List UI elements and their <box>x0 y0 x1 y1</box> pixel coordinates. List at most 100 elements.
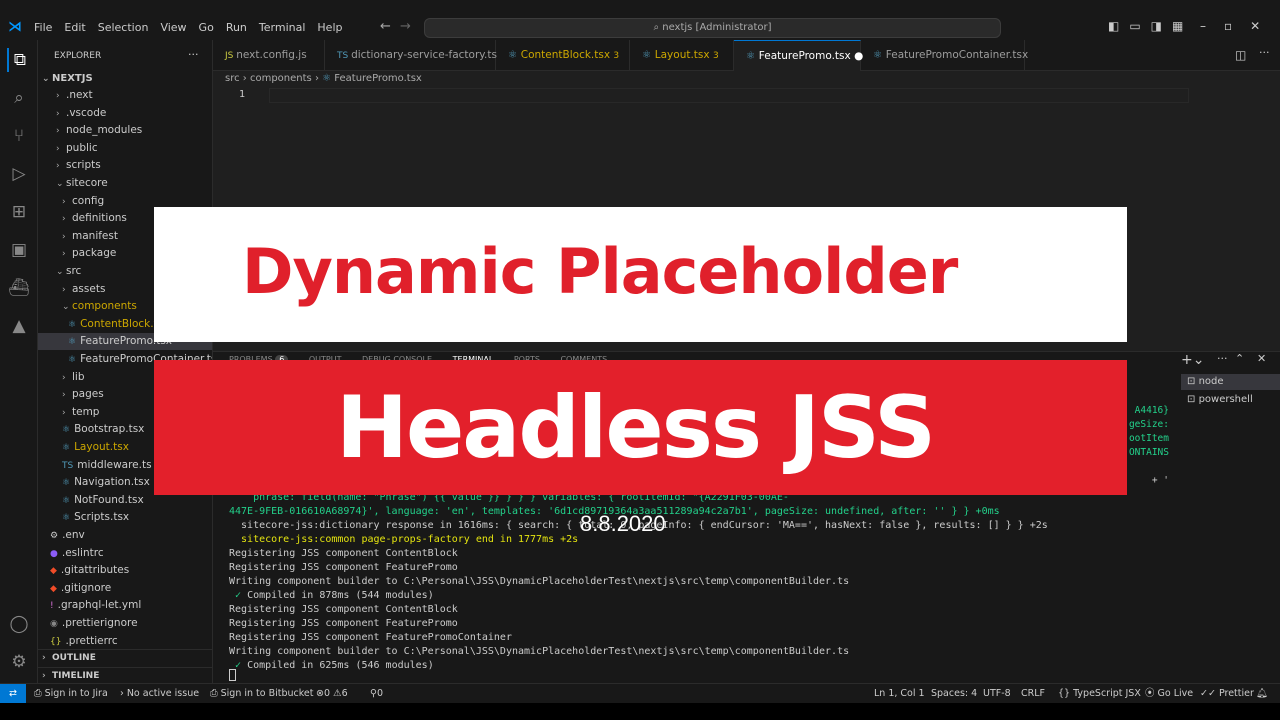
tree-item[interactable]: ◆ .gitignore <box>38 580 212 597</box>
tree-item-label: package <box>72 247 117 260</box>
tree-item[interactable]: › scripts <box>38 157 212 174</box>
json-file-icon: {} <box>50 636 62 647</box>
tree-item-label: config <box>72 194 105 207</box>
status-encoding[interactable]: UTF-8 <box>983 684 1011 703</box>
status-position[interactable]: Ln 1, Col 1 <box>874 684 925 703</box>
menu-terminal[interactable]: Terminal <box>259 21 306 34</box>
close-panel-icon[interactable]: ✕ <box>1257 352 1266 365</box>
status-go-live[interactable]: ⦿ Go Live <box>1145 684 1193 703</box>
yaml-file-icon: ! <box>50 601 54 612</box>
tree-item[interactable]: ⚛ Scripts.tsx <box>38 509 212 526</box>
tab-dictionary-service-factory[interactable]: TS dictionary-service-factory.ts <box>325 40 497 71</box>
menu-file[interactable]: File <box>34 21 52 34</box>
tree-item-label: .prettierrc <box>65 634 118 647</box>
maximize-panel-icon[interactable]: ⌃ <box>1235 352 1244 365</box>
subtitle-banner: Headless JSS <box>154 360 1127 495</box>
letterbox-bottom <box>0 703 1280 720</box>
menu-help[interactable]: Help <box>317 21 342 34</box>
chevron-right-icon: › <box>62 196 66 207</box>
breadcrumb-src[interactable]: src <box>225 73 240 84</box>
azure-icon[interactable]: ▲ <box>7 314 31 338</box>
split-editor-icon[interactable]: ◫ <box>1235 48 1246 62</box>
menu-run[interactable]: Run <box>226 21 247 34</box>
search-icon[interactable]: ⌕ <box>7 86 31 110</box>
terminal-list-powershell[interactable]: ⊡ powershell <box>1181 392 1280 408</box>
tab-layout[interactable]: ⚛ Layout.tsx 3 <box>630 40 734 71</box>
bitbucket-icon: ⎙ <box>210 688 221 699</box>
tab-featurepromocontainer[interactable]: ⚛ FeaturePromoContainer.tsx <box>861 40 1028 71</box>
tree-item[interactable]: › node_modules <box>38 122 212 139</box>
menu-go[interactable]: Go <box>199 21 214 34</box>
tree-item-label: assets <box>72 282 106 295</box>
more-actions-icon[interactable]: ··· <box>1217 352 1228 365</box>
tree-item-label: Layout.tsx <box>74 441 129 453</box>
remote-indicator-icon[interactable]: ⇄ <box>0 684 26 703</box>
more-actions-icon[interactable]: ··· <box>188 48 199 61</box>
chevron-right-icon: › <box>42 653 46 663</box>
tree-item-label: lib <box>72 370 85 383</box>
source-control-icon[interactable]: ⑂ <box>7 124 31 148</box>
menu-edit[interactable]: Edit <box>64 21 85 34</box>
tree-item[interactable]: › .vscode <box>38 105 212 122</box>
terminal-line: Writing component builder to C:\Personal… <box>229 646 850 657</box>
tree-item[interactable]: › .next <box>38 87 212 104</box>
notifications-bell-icon[interactable]: 🔔︎ <box>1256 684 1268 703</box>
extensions-icon[interactable]: ⊞ <box>7 200 31 224</box>
breadcrumb-components[interactable]: components <box>250 73 312 84</box>
account-icon[interactable]: ◯ <box>7 612 31 636</box>
timeline-section[interactable]: › TIMELINE <box>38 667 212 683</box>
more-actions-icon[interactable]: ··· <box>1259 46 1270 59</box>
explorer-root[interactable]: ⌄ NEXTJS <box>38 70 212 87</box>
status-language[interactable]: {} TypeScript JSX <box>1058 684 1141 703</box>
tab-contentblock[interactable]: ⚛ ContentBlock.tsx 3 <box>496 40 630 71</box>
status-jira[interactable]: ⎙ Sign in to Jira <box>34 684 108 703</box>
tab-featurepromo[interactable]: ⚛ FeaturePromo.tsx ● <box>734 40 863 71</box>
chevron-right-icon: › <box>120 688 127 699</box>
tab-next-config[interactable]: JS next.config.js <box>213 40 325 71</box>
terminal-cursor <box>229 669 236 681</box>
tree-item[interactable]: ! .graphql-let.yml <box>38 597 212 614</box>
status-bitbucket[interactable]: ⎙ Sign in to Bitbucket <box>210 684 314 703</box>
tree-item[interactable]: ⚙ .env <box>38 527 212 544</box>
status-issue[interactable]: › No active issue <box>120 684 199 703</box>
tree-item-label: .graphql-let.yml <box>57 599 142 612</box>
line-number: 1 <box>239 89 246 100</box>
chevron-right-icon: › <box>62 231 66 242</box>
terminal-list-node[interactable]: ⊡ node <box>1181 374 1280 390</box>
status-ports[interactable]: ⚲0 <box>370 684 383 703</box>
run-debug-icon[interactable]: ▷ <box>7 162 31 186</box>
broadcast-icon: ⦿ <box>1145 688 1158 699</box>
terminal-line: ✓ Compiled in 625ms (546 modules) <box>235 660 434 671</box>
window-controls[interactable]: –▫✕ <box>1200 19 1278 33</box>
breadcrumb-file[interactable]: FeaturePromo.tsx <box>334 73 422 84</box>
forward-arrow-icon[interactable]: → <box>400 19 411 34</box>
status-prettier[interactable]: ✓✓ Prettier <box>1200 684 1254 703</box>
remote-explorer-icon[interactable]: ▣ <box>7 238 31 262</box>
env-file-icon: ⚙ <box>50 531 59 541</box>
tree-item[interactable]: ⌄ sitecore <box>38 175 212 192</box>
tree-item[interactable]: ◉ .prettierignore <box>38 615 212 632</box>
outline-section[interactable]: › OUTLINE <box>38 649 212 666</box>
tree-item[interactable]: {} .prettierrc <box>38 633 212 650</box>
command-center[interactable]: ⌕ nextjs [Administrator] <box>424 18 1001 38</box>
tree-item-label: .next <box>66 89 93 101</box>
tree-item-label: definitions <box>72 212 127 225</box>
status-eol[interactable]: CRLF <box>1021 684 1045 703</box>
chevron-right-icon: › <box>56 143 60 154</box>
back-arrow-icon[interactable]: ← <box>380 19 391 34</box>
tree-item[interactable]: › public <box>38 140 212 157</box>
settings-gear-icon[interactable]: ⚙ <box>7 650 31 674</box>
files-icon[interactable]: ⧉ <box>7 48 31 72</box>
menu-selection[interactable]: Selection <box>98 21 149 34</box>
chevron-right-icon: › <box>56 91 60 101</box>
new-terminal-icon[interactable]: +⌄ <box>1181 352 1204 368</box>
status-indent[interactable]: Spaces: 4 <box>931 684 977 703</box>
status-problems[interactable]: ⊗0 ⚠6 <box>316 684 348 703</box>
tree-item[interactable]: ● .eslintrc <box>38 545 212 562</box>
layout-controls[interactable]: ◧▭◨▦ <box>1108 19 1193 33</box>
tree-item-label: Bootstrap.tsx <box>74 423 145 436</box>
ports-icon: ⚲ <box>370 688 377 699</box>
menu-view[interactable]: View <box>160 21 186 34</box>
docker-icon[interactable]: ⛴ <box>7 276 31 300</box>
tree-item[interactable]: ◆ .gitattributes <box>38 562 212 579</box>
